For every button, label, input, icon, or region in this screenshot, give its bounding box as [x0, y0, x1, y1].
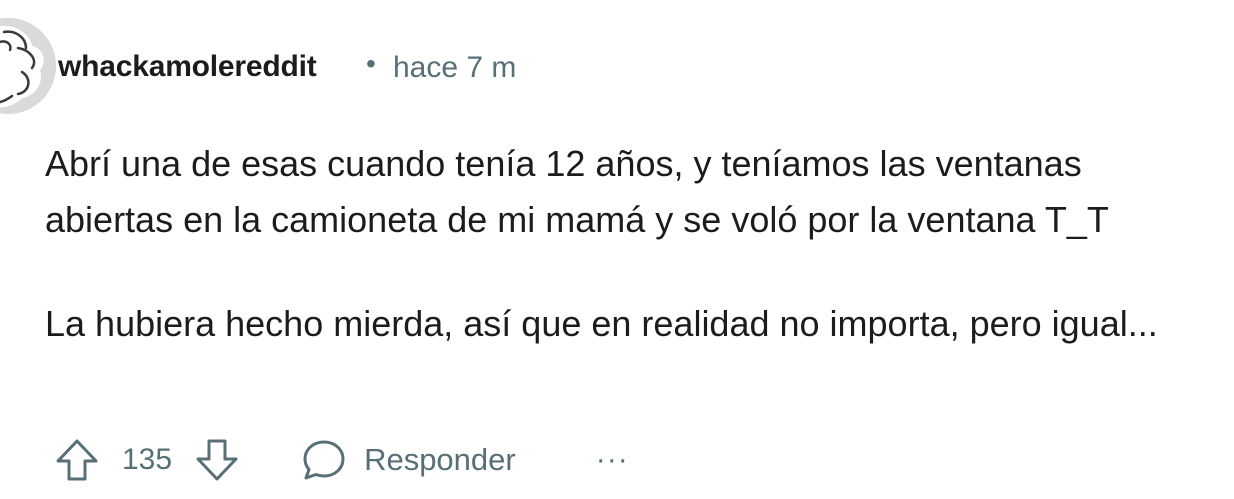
comment: whackamolereddit • hace 7 m Abrí una de …: [0, 0, 1234, 499]
snoo-avatar-icon: [0, 18, 56, 114]
arrow-down-icon: [196, 439, 238, 481]
author-username[interactable]: whackamolereddit: [58, 50, 317, 84]
avatar[interactable]: [0, 18, 56, 114]
comment-timestamp: hace 7 m: [393, 51, 517, 84]
upvote-button[interactable]: [54, 437, 100, 483]
more-options-button[interactable]: ···: [596, 443, 629, 477]
meta-separator: •: [366, 48, 376, 79]
arrow-up-icon: [56, 439, 98, 481]
comment-paragraph: Abrí una de esas cuando tenía 12 años, y…: [45, 143, 1109, 240]
downvote-button[interactable]: [194, 437, 240, 483]
comment-body: Abrí una de esas cuando tenía 12 años, y…: [45, 136, 1215, 352]
speech-bubble-icon: [303, 440, 345, 480]
reply-button[interactable]: Responder: [302, 438, 516, 482]
vote-score: 135: [122, 443, 173, 476]
comment-paragraph: La hubiera hecho mierda, así que en real…: [45, 303, 1158, 344]
reply-label: Responder: [364, 442, 516, 477]
comment-actions: 135 Responder ···: [54, 432, 629, 488]
